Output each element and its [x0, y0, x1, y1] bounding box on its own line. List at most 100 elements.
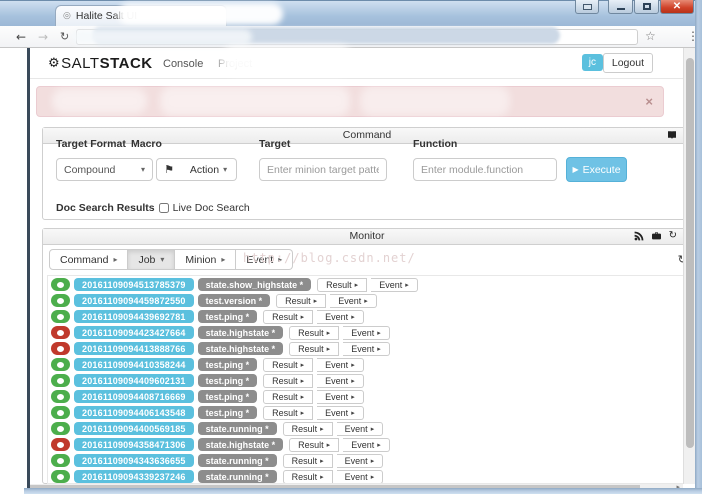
job-function-badge[interactable]: state.running *: [198, 454, 277, 467]
job-function-badge[interactable]: state.highstate *: [198, 342, 284, 355]
target-format-value: Compound: [64, 164, 115, 176]
job-id-badge[interactable]: 20161109094439692781: [74, 310, 194, 323]
chevron-right-icon: ▸: [377, 329, 381, 337]
job-function-badge[interactable]: test.ping *: [198, 406, 258, 419]
result-button-label: Result: [298, 440, 324, 450]
event-button[interactable]: Event ▸: [343, 326, 390, 340]
event-button[interactable]: Event ▸: [371, 278, 418, 292]
result-button-label: Result: [292, 456, 318, 466]
target-format-select[interactable]: Compound ▾: [56, 158, 153, 181]
job-id-badge[interactable]: 20161109094358471306: [74, 438, 194, 451]
job-function-badge[interactable]: test.ping *: [198, 358, 258, 371]
nav-item-console[interactable]: Console: [163, 58, 203, 70]
event-button[interactable]: Event ▸: [317, 310, 364, 324]
result-button[interactable]: Result ▸: [283, 470, 333, 484]
result-button[interactable]: Result ▸: [263, 390, 313, 404]
user-badge[interactable]: jc: [582, 54, 603, 71]
event-button[interactable]: Event ▸: [317, 358, 364, 372]
result-button[interactable]: Result ▸: [263, 374, 313, 388]
rss-feed-icon[interactable]: [634, 231, 644, 241]
job-id-badge[interactable]: 20161109094406143548: [74, 406, 194, 419]
vertical-scrollbar-thumb[interactable]: [686, 58, 694, 448]
job-function-badge[interactable]: state.running *: [198, 422, 277, 435]
bookmark-star-icon[interactable]: ☆: [645, 30, 656, 42]
job-id-badge[interactable]: 20161109094400569185: [74, 422, 194, 435]
titlebar-extra-button[interactable]: [575, 0, 599, 14]
job-function-badge[interactable]: test.ping *: [198, 390, 258, 403]
browser-tab[interactable]: ◎ Halite Salt UI: [55, 5, 227, 26]
address-bar[interactable]: [76, 29, 638, 45]
job-id-badge[interactable]: 20161109094459872550: [74, 294, 194, 307]
job-id-badge[interactable]: 20161109094513785379: [74, 278, 194, 291]
event-button[interactable]: Event ▸: [343, 438, 390, 452]
target-input[interactable]: [259, 158, 387, 181]
alert-close-icon[interactable]: ×: [645, 95, 653, 108]
reload-button[interactable]: ↻: [60, 31, 69, 42]
back-button[interactable]: ←: [16, 31, 26, 43]
chevron-right-icon: ▸: [301, 393, 305, 401]
result-button[interactable]: Result ▸: [289, 438, 339, 452]
job-row: 20161109094358471306 state.highstate * R…: [51, 438, 686, 451]
result-button[interactable]: Result ▸: [263, 406, 313, 420]
chevron-down-icon: ▾: [160, 255, 164, 264]
event-button[interactable]: Event ▸: [330, 294, 377, 308]
close-button[interactable]: ✕: [660, 0, 694, 14]
job-id-badge[interactable]: 20161109094343636655: [74, 454, 194, 467]
chevron-right-icon: ▸: [377, 441, 381, 449]
job-id-badge[interactable]: 20161109094408716669: [74, 390, 194, 403]
job-id-badge[interactable]: 20161109094339237246: [74, 470, 194, 483]
event-button[interactable]: Event ▸: [337, 422, 384, 436]
refresh-icon[interactable]: ↻: [669, 231, 677, 241]
job-function-badge[interactable]: state.running *: [198, 470, 277, 483]
monitor-tab-command[interactable]: Command ▸: [49, 249, 128, 270]
live-doc-search-checkbox[interactable]: [159, 203, 169, 213]
result-button[interactable]: Result ▸: [283, 454, 333, 468]
monitor-tab-minion[interactable]: Minion ▸: [175, 249, 236, 270]
monitor-tab-job[interactable]: Job ▾: [128, 249, 175, 270]
job-id-badge[interactable]: 20161109094423427664: [74, 326, 194, 339]
event-button[interactable]: Event ▸: [317, 406, 364, 420]
event-button[interactable]: Event ▸: [317, 374, 364, 388]
macro-flag-button[interactable]: ⚑: [156, 158, 182, 181]
maximize-button[interactable]: [634, 0, 659, 14]
job-function-badge[interactable]: test.ping *: [198, 374, 258, 387]
function-input[interactable]: [413, 158, 557, 181]
forward-button[interactable]: →: [38, 31, 48, 43]
job-id-badge[interactable]: 20161109094413888766: [74, 342, 194, 355]
result-button[interactable]: Result ▸: [289, 342, 339, 356]
minimize-button[interactable]: [608, 0, 633, 14]
job-function-badge[interactable]: test.ping *: [198, 310, 258, 323]
monitor-panel-header[interactable]: Monitor ↻: [43, 229, 691, 245]
nav-item-project[interactable]: Project: [218, 58, 252, 70]
logout-button[interactable]: Logout: [603, 53, 653, 73]
chevron-right-icon: ▸: [377, 345, 381, 353]
result-button[interactable]: Result ▸: [289, 326, 339, 340]
result-button[interactable]: Result ▸: [283, 422, 333, 436]
event-button[interactable]: Event ▸: [317, 390, 364, 404]
job-function-badge[interactable]: state.highstate *: [198, 326, 284, 339]
watermark-text: http://blog.csdn.net/: [243, 251, 416, 265]
briefcase-icon[interactable]: [651, 231, 662, 241]
result-button[interactable]: Result ▸: [317, 278, 367, 292]
event-button[interactable]: Event ▸: [337, 470, 384, 484]
event-button[interactable]: Event ▸: [337, 454, 384, 468]
macro-action-dropdown[interactable]: Action ▾: [181, 158, 237, 181]
event-button[interactable]: Event ▸: [343, 342, 390, 356]
chevron-right-icon: ▸: [405, 281, 409, 289]
result-button[interactable]: Result ▸: [276, 294, 326, 308]
saltstack-brand[interactable]: ⚙ SALT STACK: [48, 55, 153, 72]
job-function-badge[interactable]: state.show_highstate *: [198, 278, 312, 291]
job-function-badge[interactable]: state.highstate *: [198, 438, 284, 451]
execute-button[interactable]: ▶ Execute: [566, 157, 627, 182]
job-row: 20161109094400569185 state.running * Res…: [51, 422, 686, 435]
job-function-badge[interactable]: test.version *: [198, 294, 271, 307]
chevron-right-icon: ▸: [351, 377, 355, 385]
window-controls: ✕: [575, 0, 694, 14]
result-button-label: Result: [272, 312, 298, 322]
result-button[interactable]: Result ▸: [263, 310, 313, 324]
result-button[interactable]: Result ▸: [263, 358, 313, 372]
job-id-badge[interactable]: 20161109094410358244: [74, 358, 194, 371]
docs-book-icon[interactable]: [667, 130, 677, 140]
vertical-scrollbar[interactable]: [683, 48, 695, 484]
job-id-badge[interactable]: 20161109094409602131: [74, 374, 194, 387]
